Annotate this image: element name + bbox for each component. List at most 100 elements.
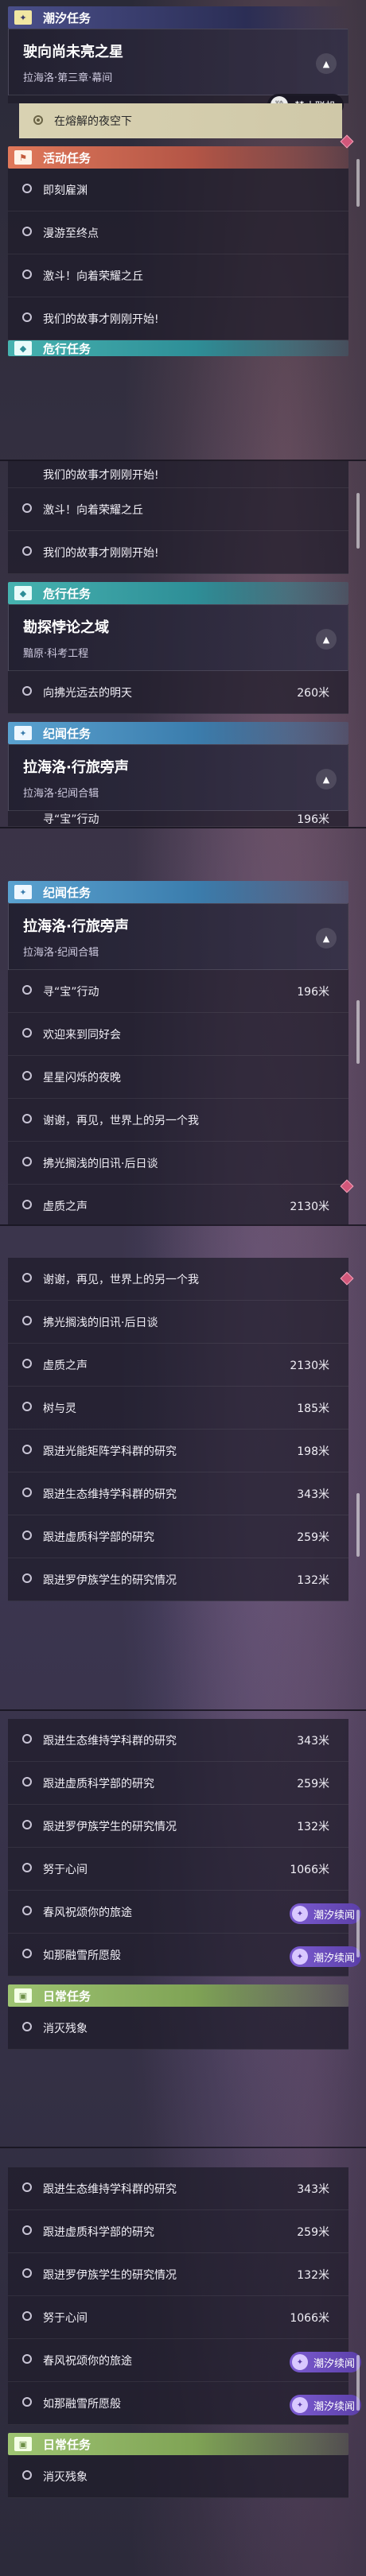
distance: 198米 xyxy=(297,1445,329,1458)
task-label: 即刻雇渊 xyxy=(43,184,88,197)
section-header-daily[interactable]: ▣ 日常任务 xyxy=(8,1984,348,2007)
list-item[interactable]: 跟进虚质科学部的研究 259米 xyxy=(8,1762,348,1805)
list-item[interactable]: 漫游至终点 xyxy=(8,211,348,254)
section-header-daily[interactable]: ▣ 日常任务 xyxy=(8,2433,348,2455)
distance: 343米 xyxy=(297,1734,329,1748)
list-item[interactable]: 努于心间 1066米 xyxy=(8,1848,348,1891)
list-item[interactable]: 向拂光远去的明天 260米 xyxy=(8,671,348,714)
task-label: 虚质之声 xyxy=(43,1359,88,1372)
divider xyxy=(0,827,366,828)
tide-icon: ✦ xyxy=(291,1906,308,1922)
radio-icon xyxy=(22,2182,32,2192)
scrollbar[interactable] xyxy=(356,1493,360,1557)
section-title: 危行任务 xyxy=(43,341,92,356)
list-item[interactable]: 跟进虚质科学部的研究 259米 xyxy=(8,2210,348,2253)
task-label: 谢谢，再见，世界上的另一个我 xyxy=(43,1114,199,1127)
collapse-icon[interactable]: ▲ xyxy=(316,928,337,949)
task-label: 树与灵 xyxy=(43,1402,76,1415)
radio-icon xyxy=(22,1273,32,1282)
main-quest-card[interactable]: 驶向尚未亮之星 拉海洛·第三章·幕间 ▲ xyxy=(8,29,348,95)
distance: 132米 xyxy=(297,2268,329,2282)
scrollbar[interactable] xyxy=(356,2355,360,2411)
list-item[interactable]: 跟进光能矩阵学科群的研究 198米 xyxy=(8,1430,348,1472)
list-item[interactable]: 跟进生态维持学科群的研究 343米 xyxy=(8,1719,348,1762)
collapse-icon[interactable]: ▲ xyxy=(316,769,337,789)
list-item[interactable]: 虚质之声 2130米 xyxy=(8,1185,348,1224)
list-item[interactable]: 谢谢，再见，世界上的另一个我 xyxy=(8,1099,348,1142)
strip-3: ✦ 纪闻任务 拉海洛·行旅旁声 拉海洛·纪闻合辑 ▲ 寻“宝”行动 196米 欢迎… xyxy=(0,881,366,1224)
selected-task-row[interactable]: 在熔解的夜空下 xyxy=(19,103,342,138)
tide-icon: ✦ xyxy=(291,2354,308,2370)
distance: 185米 xyxy=(297,1402,329,1415)
list-item[interactable]: 跟进生态维持学科群的研究 343米 xyxy=(8,2167,348,2210)
tide-continued-tag[interactable]: ✦ 潮汐续闻 xyxy=(289,1903,361,1924)
section-title: 活动任务 xyxy=(43,150,92,165)
list-item[interactable]: 寻“宝”行动 196米 xyxy=(8,970,348,1013)
list-item[interactable]: 跟进罗伊族学生的研究情况 132米 xyxy=(8,1805,348,1848)
section-header-chronicle[interactable]: ✦ 纪闻任务 xyxy=(8,881,348,903)
radio-icon xyxy=(22,1402,32,1411)
list-item[interactable]: 跟进生态维持学科群的研究 343米 xyxy=(8,1472,348,1515)
section-header-danger[interactable]: ◆ 危行任务 xyxy=(8,582,348,604)
scrollbar[interactable] xyxy=(356,1910,360,1957)
task-label: 我们的故事才刚刚开始! xyxy=(43,312,159,326)
collapse-icon[interactable]: ▲ xyxy=(316,53,337,74)
section-title: 纪闻任务 xyxy=(43,726,92,741)
list-item[interactable]: 跟进虚质科学部的研究 259米 xyxy=(8,1515,348,1558)
list-item[interactable]: 激斗！向着荣耀之丘 xyxy=(8,488,348,531)
list-item[interactable]: 树与灵 185米 xyxy=(8,1387,348,1430)
list-item[interactable]: 跟进罗伊族学生的研究情况 132米 xyxy=(8,1558,348,1601)
task-label: 跟进光能矩阵学科群的研究 xyxy=(43,1445,177,1458)
radio-icon xyxy=(22,312,32,322)
list-item[interactable]: 谢谢，再见，世界上的另一个我 xyxy=(8,1258,348,1301)
radio-icon xyxy=(22,686,32,696)
list-item[interactable]: 我们的故事才刚刚开始! xyxy=(8,531,348,574)
radio-icon xyxy=(22,184,32,193)
radio-icon xyxy=(22,1316,32,1325)
task-label: 拂光搁浅的旧讯·后日谈 xyxy=(43,1316,158,1329)
collapse-icon[interactable]: ▲ xyxy=(316,629,337,650)
list-item[interactable]: 拂光搁浅的旧讯·后日谈 xyxy=(8,1142,348,1185)
tide-continued-tag[interactable]: ✦ 潮汐续闻 xyxy=(289,2395,361,2415)
list-item[interactable]: 激斗！向着荣耀之丘 xyxy=(8,254,348,297)
section-header-activity[interactable]: ⚑ 活动任务 xyxy=(8,146,348,169)
quest-subtitle: 拉海洛·第三章·幕间 xyxy=(23,72,113,84)
radio-icon xyxy=(22,1820,32,1829)
distance: 259米 xyxy=(297,2225,329,2239)
list-item[interactable]: 跟进罗伊族学生的研究情况 132米 xyxy=(8,2253,348,2296)
scrollbar[interactable] xyxy=(356,159,360,207)
list-item[interactable]: 努于心间 1066米 xyxy=(8,2296,348,2339)
list-item[interactable]: 星星闪烁的夜晚 xyxy=(8,1056,348,1099)
list-item[interactable]: 欢迎来到同好会 xyxy=(8,1013,348,1056)
tide-icon: ✦ xyxy=(291,2397,308,2413)
tide-continued-tag[interactable]: ✦ 潮汐续闻 xyxy=(289,2352,361,2372)
section-header-tide[interactable]: ✦ 潮汐任务 xyxy=(8,6,348,29)
list-item[interactable]: 消灭残象 xyxy=(8,2007,348,2050)
danger-quest-card[interactable]: 勘探悖论之域 黯原·科考工程 ▲ xyxy=(8,604,348,671)
chronicle-icon: ✦ xyxy=(14,885,32,899)
distance: 132米 xyxy=(297,1820,329,1833)
list-item[interactable]: 消灭残象 xyxy=(8,2455,348,2498)
task-label: 如那融雪所愿般 xyxy=(43,2397,121,2411)
radio-icon xyxy=(22,2022,32,2031)
scrollbar[interactable] xyxy=(356,493,360,549)
tide-icon: ✦ xyxy=(291,1949,308,1965)
section-title: 潮汐任务 xyxy=(43,10,92,25)
section-header-chronicle[interactable]: ✦ 纪闻任务 xyxy=(8,722,348,744)
list-item[interactable]: 虚质之声 2130米 xyxy=(8,1344,348,1387)
list-item[interactable]: 即刻雇渊 xyxy=(8,169,348,211)
chronicle-icon: ✦ xyxy=(14,726,32,740)
chronicle-quest-card[interactable]: 拉海洛·行旅旁声 拉海洛·纪闻合辑 ▲ xyxy=(8,744,348,811)
quest-title: 拉海洛·行旅旁声 xyxy=(23,759,129,776)
list-item[interactable]: 我们的故事才刚刚开始! xyxy=(8,297,348,340)
scrollbar[interactable] xyxy=(356,1000,360,1064)
task-label: 漫游至终点 xyxy=(43,227,99,240)
tide-continued-tag[interactable]: ✦ 潮汐续闻 xyxy=(289,1946,361,1967)
radio-icon xyxy=(22,2354,32,2364)
radio-icon xyxy=(22,2268,32,2278)
chronicle-quest-card[interactable]: 拉海洛·行旅旁声 拉海洛·纪闻合辑 ▲ xyxy=(8,903,348,970)
radio-icon xyxy=(22,1359,32,1368)
list-item[interactable]: 拂光搁浅的旧讯·后日谈 xyxy=(8,1301,348,1344)
radio-icon xyxy=(33,115,43,125)
task-label: 向拂光远去的明天 xyxy=(43,686,132,700)
